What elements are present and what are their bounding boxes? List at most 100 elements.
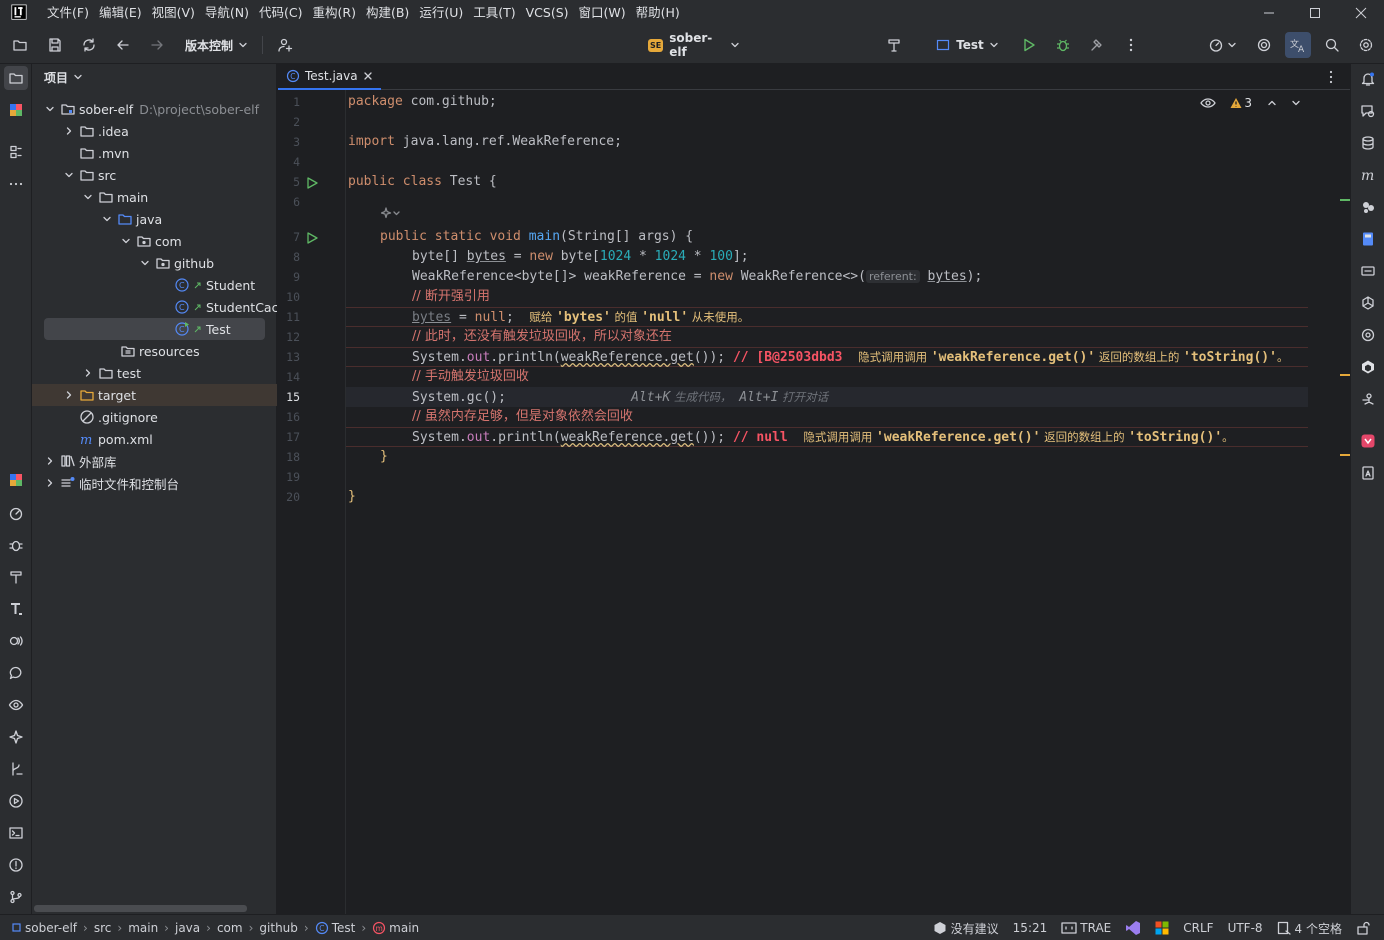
code-editor[interactable]: package com.github; import java.lang.ref… xyxy=(346,90,1308,914)
tree-item-studentcache[interactable]: C StudentCache xyxy=(32,296,277,318)
tree-item-idea[interactable]: .idea xyxy=(32,120,277,142)
chevron-down-icon[interactable] xyxy=(82,191,94,203)
tree-item-gitignore[interactable]: .gitignore xyxy=(32,406,277,428)
debug-button[interactable] xyxy=(1051,26,1075,64)
chevron-down-icon[interactable] xyxy=(139,257,151,269)
open-folder-button[interactable] xyxy=(8,26,32,64)
run-config-selector[interactable]: Test xyxy=(934,26,1002,64)
chevron-down-icon[interactable] xyxy=(120,235,132,247)
menu-window[interactable]: 窗口(W) xyxy=(574,0,631,26)
copilot-button[interactable] xyxy=(1252,26,1276,64)
build-button[interactable] xyxy=(1085,26,1109,64)
chevron-right-icon[interactable] xyxy=(82,367,94,379)
vcs-menu-button[interactable]: 版本控制 xyxy=(182,26,252,64)
tree-item-mvn[interactable]: .mvn xyxy=(32,142,277,164)
debug-tool-button[interactable] xyxy=(4,533,28,557)
vs-icon-button[interactable] xyxy=(1125,920,1141,936)
windows-icon-button[interactable] xyxy=(1155,921,1169,935)
reader-mode-eye-icon[interactable] xyxy=(1200,96,1217,110)
save-all-button[interactable] xyxy=(43,26,67,64)
menu-refactor[interactable]: 重构(R) xyxy=(308,0,361,26)
cube-plugin-button[interactable] xyxy=(1356,355,1380,379)
run-tool-button[interactable] xyxy=(4,789,28,813)
terminal-text-tool-button[interactable] xyxy=(4,597,28,621)
inspect-tool-button[interactable] xyxy=(4,693,28,717)
more-tools-button[interactable] xyxy=(4,172,28,196)
menu-vcs[interactable]: VCS(S) xyxy=(521,0,574,26)
inspection-widget[interactable]: 3 xyxy=(1200,96,1308,110)
plugin-tool-button[interactable] xyxy=(4,98,28,122)
terminal-right-button[interactable] xyxy=(1356,259,1380,283)
search-everywhere-button[interactable] xyxy=(1320,26,1344,64)
tree-item-student[interactable]: C Student xyxy=(32,274,277,296)
tree-item-root[interactable]: sober-elf D:\project\sober-elf xyxy=(32,98,277,120)
sync-button[interactable] xyxy=(77,26,101,64)
breadcrumb-item[interactable]: sober-elf xyxy=(25,921,77,935)
file-encoding[interactable]: UTF-8 xyxy=(1228,921,1263,935)
tree-item-github[interactable]: github xyxy=(32,252,277,274)
run-main-gutter-button[interactable] xyxy=(305,231,319,245)
endpoints-button[interactable] xyxy=(1356,291,1380,315)
breadcrumb-item[interactable]: com xyxy=(217,921,243,935)
menu-file[interactable]: 文件(F) xyxy=(42,0,94,26)
chevron-right-icon[interactable] xyxy=(44,455,56,467)
intellij-logo-icon[interactable] xyxy=(8,4,30,22)
lock-status-button[interactable] xyxy=(1356,921,1370,935)
chevron-down-icon[interactable] xyxy=(1290,97,1302,109)
breadcrumb-item[interactable]: main xyxy=(128,921,158,935)
more-actions-button[interactable] xyxy=(1119,26,1143,64)
notifications-button[interactable] xyxy=(1356,67,1380,91)
chevron-right-icon[interactable] xyxy=(63,389,75,401)
tree-item-java[interactable]: java xyxy=(32,208,277,230)
ai-tool-button[interactable] xyxy=(4,725,28,749)
indent-status[interactable]: 4 个空格 xyxy=(1277,920,1342,937)
red-plugin-button[interactable] xyxy=(1356,429,1380,453)
tab-test-java[interactable]: C Test.java xyxy=(278,64,381,90)
build-hammer-button[interactable] xyxy=(882,26,906,64)
structure-tool-button[interactable] xyxy=(4,140,28,164)
tree-item-test-folder[interactable]: test xyxy=(32,362,277,384)
git-history-button[interactable] xyxy=(1356,323,1380,347)
breadcrumb-item[interactable]: src xyxy=(94,921,112,935)
line-separator[interactable]: CRLF xyxy=(1183,921,1213,935)
tree-item-test-selected[interactable]: C Test xyxy=(44,318,265,340)
horizontal-scrollbar[interactable] xyxy=(34,905,247,912)
chevron-down-icon[interactable] xyxy=(44,103,56,115)
maven-button[interactable]: m xyxy=(1356,163,1380,187)
bookmark-button[interactable] xyxy=(1356,461,1380,485)
trae-status[interactable]: TRAE xyxy=(1061,921,1111,935)
tab-more-button[interactable] xyxy=(1324,69,1338,85)
ai-chat-button[interactable] xyxy=(1356,99,1380,123)
profiler-button[interactable] xyxy=(1202,26,1242,64)
plugin2-tool-button[interactable] xyxy=(4,468,28,492)
tree-item-com[interactable]: com xyxy=(32,230,277,252)
add-user-button[interactable] xyxy=(273,26,297,64)
menu-edit[interactable]: 编辑(E) xyxy=(94,0,147,26)
forward-button[interactable] xyxy=(145,26,169,64)
database-button[interactable] xyxy=(1356,131,1380,155)
breadcrumb-item[interactable]: java xyxy=(175,921,200,935)
tree-item-resources[interactable]: resources xyxy=(32,340,277,362)
chevron-right-icon[interactable] xyxy=(63,125,75,137)
ant-button[interactable] xyxy=(1356,387,1380,411)
menu-view[interactable]: 视图(V) xyxy=(147,0,200,26)
project-switcher[interactable]: SE sober-elf xyxy=(648,26,740,64)
terminal-tool-button[interactable] xyxy=(4,821,28,845)
ai-suggestion-status[interactable]: 没有建议 xyxy=(933,920,999,937)
git-tool-button[interactable] xyxy=(4,757,28,781)
tree-item-src[interactable]: src xyxy=(32,164,277,186)
tree-item-main[interactable]: main xyxy=(32,186,277,208)
tree-item-target[interactable]: target xyxy=(32,384,277,406)
chevron-up-icon[interactable] xyxy=(1266,97,1278,109)
plugin-right-button[interactable] xyxy=(1356,195,1380,219)
services-tool-button[interactable] xyxy=(4,629,28,653)
breadcrumb-item[interactable]: Test xyxy=(332,921,356,935)
tree-item-external-libraries[interactable]: 外部库 xyxy=(32,450,277,472)
menu-run[interactable]: 运行(U) xyxy=(414,0,468,26)
chevron-down-icon[interactable] xyxy=(63,169,75,181)
menu-build[interactable]: 构建(B) xyxy=(361,0,414,26)
tree-item-scratches[interactable]: 临时文件和控制台 xyxy=(32,472,277,494)
run-class-gutter-button[interactable] xyxy=(305,176,319,190)
run-button[interactable] xyxy=(1017,26,1041,64)
ai-suggestion-icon[interactable] xyxy=(381,207,403,219)
